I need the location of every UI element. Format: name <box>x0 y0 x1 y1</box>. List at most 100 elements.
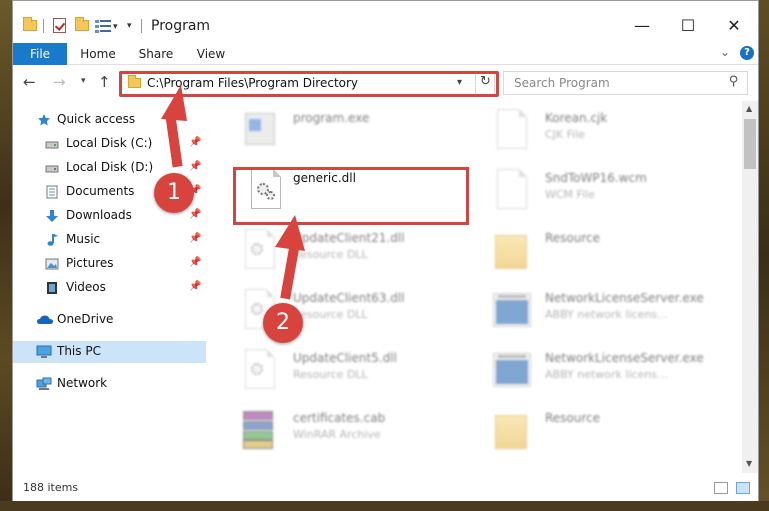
tab-share[interactable]: Share <box>131 43 181 65</box>
file-name: NetworkLicenseServer.exe <box>545 291 704 305</box>
minimize-button[interactable]: — <box>619 13 665 39</box>
large-icons-view-icon[interactable] <box>736 482 750 494</box>
file-item-resource-folder[interactable]: Resource <box>493 409 733 467</box>
file-item-korean-cjk[interactable]: Korean.cjk CJK File <box>493 109 733 167</box>
tab-home[interactable]: Home <box>73 43 123 65</box>
explorer-window: ▾ ▾ Program — ☐ ✕ File Home Share View ⌄… <box>12 0 759 501</box>
sidebar-item-videos[interactable]: Videos 📌 <box>13 277 206 299</box>
pin-icon[interactable]: 📌 <box>189 161 201 172</box>
details-view-icon[interactable] <box>714 482 728 494</box>
sidebar-item-label: Documents <box>66 184 135 198</box>
desktop-background-right <box>759 0 769 511</box>
star-icon <box>38 114 50 126</box>
navigation-pane: Quick access Local Disk (C:) 📌 Local Dis… <box>13 101 219 473</box>
file-item-updateclient21-dll[interactable]: UpdateClient21.dll Resource DLL <box>241 229 481 287</box>
ribbon-tabs: File Home Share View ⌄ ? <box>13 41 758 65</box>
file-name: Resource <box>545 231 601 245</box>
sidebar-item-label: Network <box>57 376 108 390</box>
dropdown-arrow-icon[interactable]: ▾ <box>113 22 118 32</box>
window-title: Program <box>151 18 211 34</box>
file-item-updateclient5-dll[interactable]: UpdateClient5.dll Resource DLL <box>241 349 481 407</box>
exe-icon <box>241 109 277 153</box>
file-name: UpdateClient63.dll <box>293 291 405 305</box>
file-item-program-exe[interactable]: program.exe <box>241 109 481 167</box>
pin-icon[interactable]: 📌 <box>189 257 201 268</box>
pin-icon[interactable]: 📌 <box>189 233 201 244</box>
pin-icon[interactable]: 📌 <box>189 137 201 148</box>
pictures-icon <box>45 258 59 270</box>
file-type: WCM File <box>545 188 595 201</box>
file-name: UpdateClient21.dll <box>293 231 405 245</box>
sidebar-item-label: Downloads <box>66 208 132 222</box>
pin-icon[interactable]: 📌 <box>189 209 201 220</box>
scroll-down-arrow-icon[interactable]: ▼ <box>746 459 752 468</box>
up-arrow-icon[interactable]: ↑ <box>98 73 111 91</box>
customize-toolbar-icon[interactable]: ▾ <box>127 21 132 31</box>
expand-ribbon-icon[interactable]: ⌄ <box>720 45 730 59</box>
properties-check-icon[interactable] <box>53 18 66 33</box>
file-type: Resource DLL <box>293 308 368 321</box>
scrollbar-thumb[interactable] <box>744 119 756 169</box>
sidebar-item-onedrive[interactable]: OneDrive <box>13 309 206 331</box>
pin-icon[interactable]: 📌 <box>189 281 201 292</box>
file-name: program.exe <box>293 111 370 125</box>
forward-arrow-icon[interactable]: → <box>53 73 66 91</box>
title-bar: ▾ ▾ Program — ☐ ✕ <box>13 1 758 41</box>
dll-gear-icon <box>241 229 277 273</box>
file-item-sndtowp16-wcm[interactable]: SndToWP16.wcm WCM File <box>493 169 733 227</box>
address-path[interactable]: C:\Program Files\Program Directory <box>147 76 358 90</box>
sidebar-item-pictures[interactable]: Pictures 📌 <box>13 253 206 275</box>
drive-icon <box>45 141 59 149</box>
sidebar-item-quick-access[interactable]: Quick access <box>13 109 206 131</box>
sidebar-item-label: Pictures <box>66 256 114 270</box>
sidebar-item-label: Local Disk (C:) <box>66 136 153 150</box>
file-name: UpdateClient5.dll <box>293 351 397 365</box>
recent-locations-icon[interactable]: ▾ <box>81 76 86 86</box>
file-item-networklicenseserver-exe[interactable]: NetworkLicenseServer.exe ABBY network li… <box>493 349 733 407</box>
videos-icon <box>47 282 57 294</box>
tab-file[interactable]: File <box>13 43 67 65</box>
toolbar-divider <box>43 19 44 33</box>
search-input[interactable]: Search Program ⚲ <box>503 71 748 95</box>
file-item-networklicenseserver-exe[interactable]: NetworkLicenseServer.exe ABBY network li… <box>493 289 733 347</box>
file-type: ABBY network licens... <box>545 308 668 321</box>
file-name: generic.dll <box>293 171 356 185</box>
file-item-certificates-cab[interactable]: certificates.cab WinRAR Archive <box>241 409 481 467</box>
file-item-generic-dll[interactable]: generic.dll <box>247 169 487 227</box>
desktop-background-left <box>0 0 12 511</box>
address-divider <box>475 72 476 94</box>
sidebar-item-this-pc[interactable]: This PC <box>13 341 206 363</box>
blank-file-icon <box>493 109 529 153</box>
dll-gear-icon <box>247 169 283 213</box>
close-button[interactable]: ✕ <box>711 13 757 39</box>
back-arrow-icon[interactable]: ← <box>23 73 36 91</box>
sidebar-item-label: Local Disk (D:) <box>66 160 154 174</box>
file-name: Korean.cjk <box>545 111 608 125</box>
status-bar: 188 items <box>13 477 758 501</box>
help-icon[interactable]: ? <box>740 46 754 60</box>
address-dropdown-icon[interactable]: ▾ <box>457 77 462 88</box>
file-item-resource-folder[interactable]: Resource <box>493 229 733 287</box>
sidebar-item-network[interactable]: Network <box>13 373 206 395</box>
archive-icon <box>241 409 277 453</box>
maximize-button[interactable]: ☐ <box>665 13 711 39</box>
tab-view[interactable]: View <box>189 43 233 65</box>
sidebar-item-label: Music <box>66 232 101 246</box>
file-type: Resource DLL <box>293 248 368 261</box>
item-count: 188 items <box>23 481 79 494</box>
refresh-icon[interactable]: ↻ <box>480 74 491 89</box>
search-icon[interactable]: ⚲ <box>729 74 739 89</box>
sidebar-item-label: This PC <box>57 344 101 358</box>
sidebar-item-label: Quick access <box>57 112 136 126</box>
folder-icon <box>493 229 529 273</box>
file-type: Resource DLL <box>293 368 368 381</box>
vertical-scrollbar[interactable]: ▲ ▼ <box>742 101 758 473</box>
new-folder-icon[interactable] <box>75 17 89 31</box>
music-icon <box>47 234 58 246</box>
quick-access-props-icon[interactable] <box>95 19 111 33</box>
sidebar-item-local-disk-c[interactable]: Local Disk (C:) 📌 <box>13 133 206 155</box>
sidebar-item-music[interactable]: Music 📌 <box>13 229 206 251</box>
address-bar[interactable]: C:\Program Files\Program Directory ▾ ↻ <box>119 71 495 95</box>
dll-gear-icon <box>241 349 277 393</box>
scroll-up-arrow-icon[interactable]: ▲ <box>746 104 752 113</box>
